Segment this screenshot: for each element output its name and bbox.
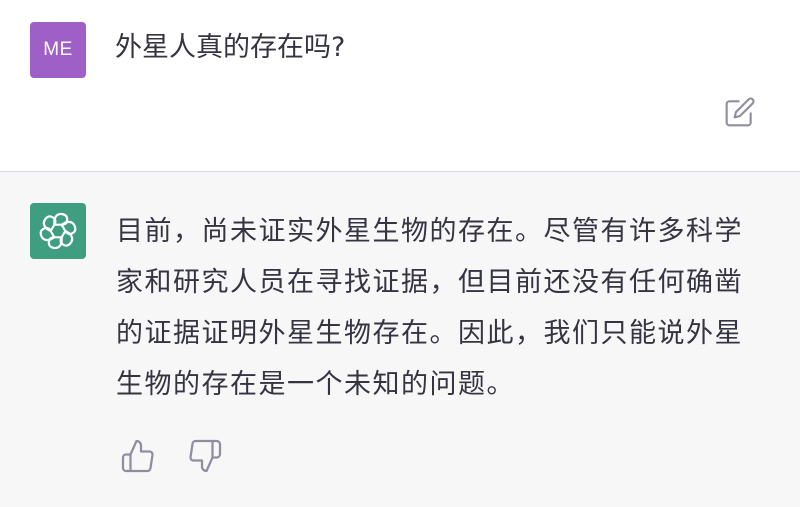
user-message-text: 外星人真的存在吗? — [115, 32, 346, 63]
thumbs-down-icon[interactable] — [187, 438, 223, 474]
user-message-block: ME 外星人真的存在吗? — [0, 0, 800, 171]
thumbs-up-icon[interactable] — [120, 438, 156, 474]
assistant-message-text: 目前，尚未证实外星生物的存在。尽管有许多科学家和研究人员在寻找证据，但目前还没有… — [116, 216, 743, 400]
edit-icon[interactable] — [724, 96, 756, 128]
user-avatar: ME — [30, 22, 86, 78]
openai-logo-icon — [30, 203, 86, 259]
